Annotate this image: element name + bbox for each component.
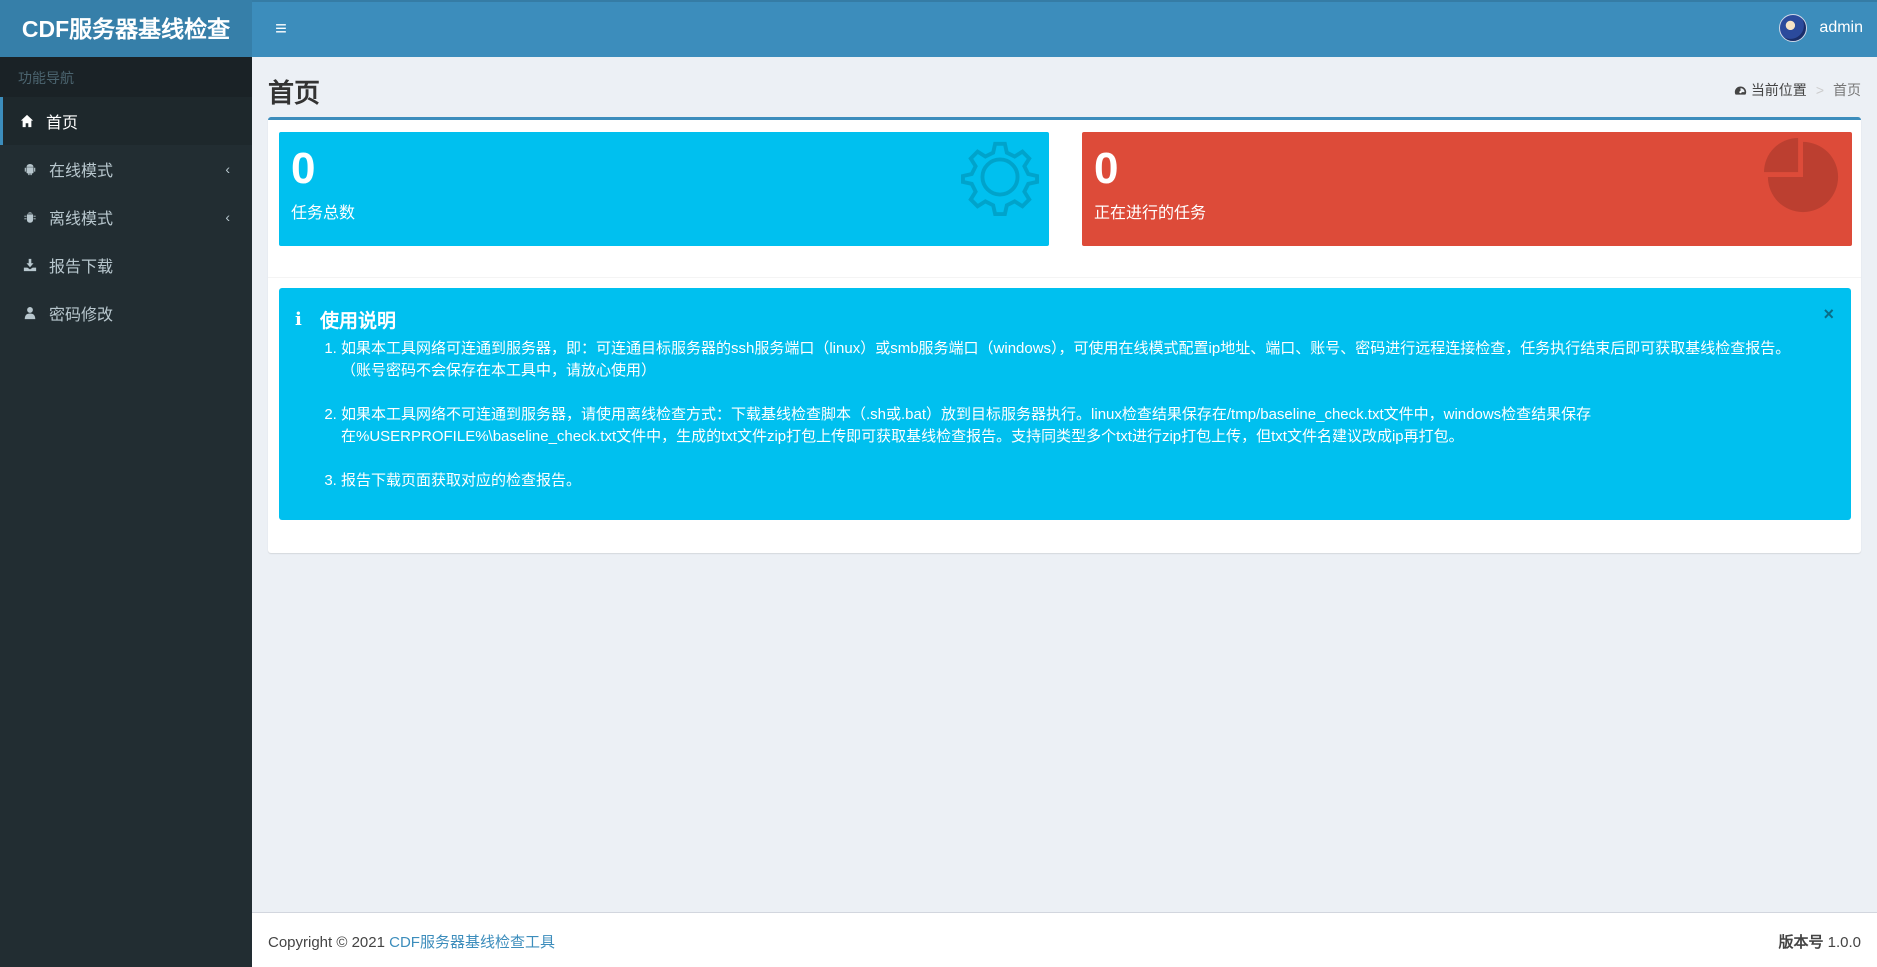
sidebar-toggle-button[interactable]: ≡	[268, 16, 294, 42]
sidebar-item-label: 离线模式	[49, 211, 114, 228]
chevron-left-icon: ‹	[225, 161, 230, 177]
sidebar-item-home[interactable]: 首页	[0, 97, 252, 145]
username: admin	[1819, 19, 1863, 36]
list-item: 报告下载页面获取对应的检查报告。	[341, 470, 1811, 492]
sidebar-item-offline-mode[interactable]: 离线模式 ‹	[0, 193, 252, 241]
sidebar-item-label: 在线模式	[49, 163, 114, 180]
breadcrumb-current: 首页	[1833, 82, 1861, 98]
stat-total-tasks: 0 任务总数	[279, 132, 1049, 246]
stat-value: 0	[291, 144, 316, 193]
home-icon	[20, 114, 34, 128]
copyright: Copyright © 2021 CDF服务器基线检查工具	[268, 931, 555, 952]
user-icon	[23, 306, 37, 320]
chevron-left-icon: ‹	[225, 209, 230, 225]
divider	[268, 277, 1861, 278]
footer: Copyright © 2021 CDF服务器基线检查工具 版本号 1.0.0	[252, 912, 1877, 967]
dashboard-box: 0 任务总数 0 正在进行的任务 i 使用说明 × 如果本工具网络可连通	[268, 117, 1861, 553]
sidebar-heading: 功能导航	[0, 57, 252, 97]
close-button[interactable]: ×	[1823, 304, 1834, 325]
sidebar-item-label: 首页	[46, 115, 79, 132]
bug-icon	[23, 210, 37, 224]
gear-icon	[961, 141, 1039, 216]
footer-app-link[interactable]: CDF服务器基线检查工具	[389, 934, 555, 951]
sidebar-item-password-change[interactable]: 密码修改	[0, 289, 252, 337]
stat-value: 0	[1094, 144, 1119, 193]
user-menu[interactable]: admin	[1779, 14, 1863, 42]
top-navbar: ≡ admin	[252, 0, 1877, 57]
avatar	[1779, 14, 1808, 42]
instructions-list: 如果本工具网络可连通到服务器，即：可连通目标服务器的ssh服务端口（linux）…	[341, 338, 1811, 514]
list-item: 如果本工具网络可连通到服务器，即：可连通目标服务器的ssh服务端口（linux）…	[341, 338, 1811, 382]
pie-chart-icon	[1764, 138, 1839, 213]
sidebar-item-label: 密码修改	[49, 307, 114, 324]
version-info: 版本号 1.0.0	[1778, 931, 1861, 952]
app-logo[interactable]: CDF服务器基线检查	[0, 0, 252, 57]
info-icon: i	[295, 309, 302, 330]
sidebar-item-report-download[interactable]: 报告下载	[0, 241, 252, 289]
version-label: 版本号	[1778, 934, 1824, 951]
dashboard-icon	[1734, 85, 1746, 95]
breadcrumb-separator: >	[1815, 82, 1824, 98]
copyright-text: Copyright © 2021	[268, 934, 385, 951]
stat-label: 正在进行的任务	[1094, 205, 1207, 222]
list-item: 如果本工具网络不可连通到服务器，请使用离线检查方式：下载基线检查脚本（.sh或.…	[341, 404, 1811, 448]
sidebar-item-online-mode[interactable]: 在线模式 ‹	[0, 145, 252, 193]
usage-instructions-callout: i 使用说明 × 如果本工具网络可连通到服务器，即：可连通目标服务器的ssh服务…	[279, 288, 1851, 520]
breadcrumb-root-link[interactable]: 当前位置	[1751, 80, 1807, 100]
download-icon	[23, 258, 37, 272]
android-icon	[23, 162, 37, 176]
page-title: 首页	[268, 78, 321, 108]
sidebar: 功能导航 首页 在线模式 ‹ 离线模式 ‹ 报告下载 密码修改	[0, 57, 252, 967]
hamburger-icon: ≡	[275, 17, 287, 40]
callout-title: 使用说明	[320, 311, 397, 332]
stat-running-tasks: 0 正在进行的任务	[1082, 132, 1852, 246]
breadcrumb: 当前位置 > 首页	[1734, 80, 1861, 100]
main-content: 首页 当前位置 > 首页 0 任务总数 0 正在进行的任务 i 使用说明 × 1…	[252, 57, 1877, 912]
stat-label: 任务总数	[291, 205, 356, 222]
version-number: 1.0.0	[1827, 934, 1861, 951]
sidebar-item-label: 报告下载	[49, 259, 114, 276]
